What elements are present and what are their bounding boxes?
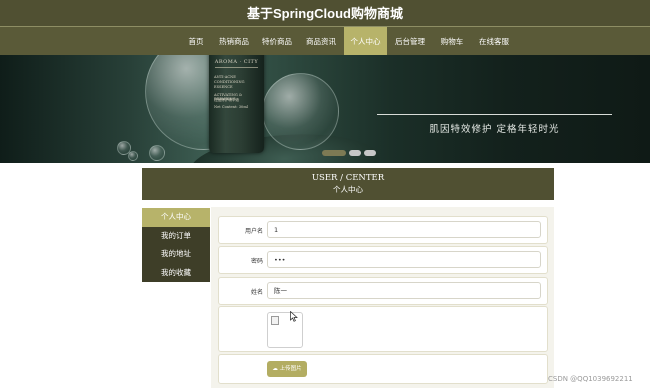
upload-button-label: 上传图片 bbox=[279, 366, 302, 372]
username-input[interactable]: 1 bbox=[267, 221, 541, 238]
sidebar-item-my-favorites[interactable]: 我的收藏 bbox=[142, 264, 210, 283]
password-row: 密码 ••• bbox=[218, 246, 548, 274]
bottle-text: Net Content: 30ml bbox=[214, 105, 248, 109]
username-label: 用户名 bbox=[244, 228, 263, 235]
banner-divider bbox=[377, 114, 612, 115]
banner-carousel[interactable]: AROMA · CITY ANTI-ACNE CONDITIONING ESSE… bbox=[0, 55, 650, 163]
bottle-text: ANTI-ACNE bbox=[214, 75, 236, 79]
upload-row: ☁ 上传图片 bbox=[218, 354, 548, 384]
watermark: CSDN @QQ1039692211 bbox=[548, 375, 633, 383]
password-input[interactable]: ••• bbox=[267, 251, 541, 268]
section-title-cn: 个人中心 bbox=[333, 185, 363, 194]
username-row: 用户名 1 bbox=[218, 216, 548, 244]
sidebar-item-personal-center[interactable]: 个人中心 bbox=[142, 208, 210, 227]
name-row: 姓名 陈一 bbox=[218, 277, 548, 305]
main-navbar: 首页 热销商品 特价商品 商品资讯 个人中心 后台管理 购物车 在线客服 bbox=[0, 26, 650, 56]
sidebar-item-my-address[interactable]: 我的地址 bbox=[142, 245, 210, 264]
carousel-dot[interactable] bbox=[364, 150, 376, 156]
bottle-divider bbox=[215, 67, 258, 68]
password-label: 密码 bbox=[250, 258, 263, 265]
bottle-text: ESSENCE bbox=[214, 85, 233, 89]
section-title-en: USER / CENTER bbox=[311, 173, 385, 183]
carousel-dot[interactable] bbox=[349, 150, 361, 156]
nav-item-home[interactable]: 首页 bbox=[180, 27, 212, 56]
nav-item-customer-service[interactable]: 在线客服 bbox=[474, 27, 514, 56]
nav-item-hot-products[interactable]: 热销商品 bbox=[214, 27, 254, 56]
nav-item-cart[interactable]: 购物车 bbox=[434, 27, 470, 56]
top-header: 基于SpringCloud购物商城 bbox=[0, 0, 650, 26]
broken-image-icon bbox=[271, 316, 279, 325]
name-label: 姓名 bbox=[250, 289, 263, 296]
upload-image-button[interactable]: ☁ 上传图片 bbox=[267, 361, 307, 377]
sidebar-menu: 个人中心 我的订单 我的地址 我的收藏 bbox=[142, 208, 210, 282]
nav-item-admin[interactable]: 后台管理 bbox=[390, 27, 430, 56]
avatar-row bbox=[218, 306, 548, 352]
bottle-text: 祛痘修护精华液 bbox=[214, 98, 240, 102]
name-input[interactable]: 陈一 bbox=[267, 282, 541, 299]
bubble-small bbox=[128, 151, 138, 161]
banner-slogan: 肌因特效修护 定格年轻时光 bbox=[429, 124, 560, 135]
bubble-small bbox=[149, 145, 165, 161]
product-bottle: AROMA · CITY ANTI-ACNE CONDITIONING ESSE… bbox=[209, 55, 264, 153]
sidebar-item-my-orders[interactable]: 我的订单 bbox=[142, 227, 210, 246]
carousel-dot[interactable] bbox=[322, 150, 346, 156]
nav-item-product-news[interactable]: 商品资讯 bbox=[300, 27, 342, 56]
bubble-medium bbox=[262, 73, 339, 150]
nav-item-personal-center[interactable]: 个人中心 bbox=[344, 27, 387, 56]
mouse-cursor-icon bbox=[290, 311, 298, 322]
section-header: USER / CENTER 个人中心 bbox=[142, 168, 554, 200]
bottle-text: CONDITIONING bbox=[214, 80, 245, 84]
nav-item-special-products[interactable]: 特价商品 bbox=[257, 27, 297, 56]
cloud-upload-icon: ☁ bbox=[272, 366, 278, 372]
bottle-brand: AROMA · CITY bbox=[214, 59, 259, 65]
site-title: 基于SpringCloud购物商城 bbox=[247, 6, 403, 21]
